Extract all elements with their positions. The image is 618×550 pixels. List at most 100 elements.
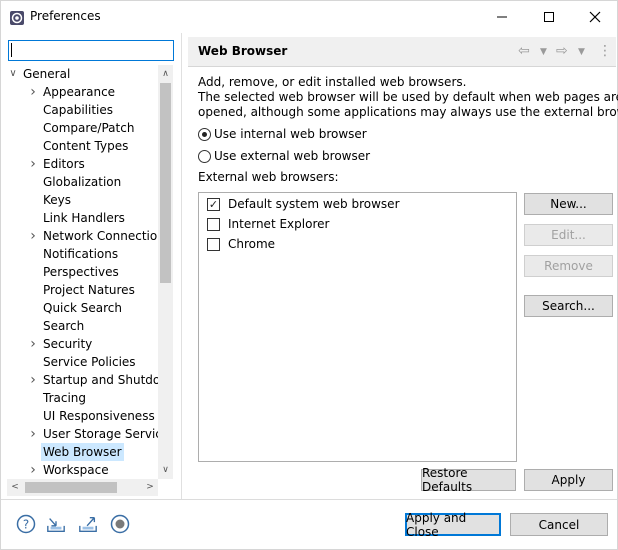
view-menu-icon[interactable]: ⋮ xyxy=(598,43,612,59)
tree-item-label: Keys xyxy=(43,193,72,207)
scroll-down-icon[interactable]: ∨ xyxy=(158,462,173,478)
tree-item[interactable]: Globalization xyxy=(7,173,158,191)
tree-item[interactable]: Content Types xyxy=(7,137,158,155)
tree-vertical-scroll-thumb[interactable] xyxy=(160,83,171,283)
export-icon[interactable] xyxy=(78,514,98,534)
list-item[interactable]: ✓ Default system web browser xyxy=(207,196,400,212)
scroll-left-icon[interactable]: < xyxy=(7,479,23,496)
tree-item[interactable]: Web Browser xyxy=(7,443,158,461)
back-arrow-icon[interactable]: ⇦ xyxy=(518,43,530,59)
forward-arrow-icon[interactable]: ⇨ xyxy=(556,43,568,59)
tree-item[interactable]: Service Policies xyxy=(7,353,158,371)
list-item[interactable]: Internet Explorer xyxy=(207,216,329,232)
external-browsers-list[interactable]: ✓ Default system web browser Internet Ex… xyxy=(198,192,517,462)
tree-item[interactable]: Search xyxy=(7,317,158,335)
chevron-right-icon[interactable]: › xyxy=(27,335,39,353)
chevron-right-icon[interactable]: › xyxy=(27,371,39,389)
tree-item[interactable]: › Editors xyxy=(7,155,158,173)
checkbox-icon[interactable] xyxy=(207,237,220,251)
chevron-right-icon[interactable]: › xyxy=(27,155,39,173)
tree-item-label: UI Responsiveness Monitoring xyxy=(43,409,158,423)
tree-item[interactable]: Keys xyxy=(7,191,158,209)
new-browser-button[interactable]: New... xyxy=(524,193,613,215)
tree-item[interactable]: UI Responsiveness Monitoring xyxy=(7,407,158,425)
chevron-right-icon[interactable]: › xyxy=(27,227,39,245)
page-description-line-3: opened, although some applications may a… xyxy=(198,105,618,119)
tree-item[interactable]: Link Handlers xyxy=(7,209,158,227)
title-bar[interactable]: Preferences xyxy=(1,1,617,33)
remove-browser-button[interactable]: Remove xyxy=(524,255,613,277)
chevron-right-icon[interactable]: › xyxy=(27,461,39,479)
cancel-button[interactable]: Cancel xyxy=(510,513,608,536)
window-title: Preferences xyxy=(30,9,101,23)
radio-use-internal-browser[interactable]: Use internal web browser xyxy=(198,126,367,142)
tree-item[interactable]: › Workspace xyxy=(7,461,158,479)
tree-vertical-scrollbar[interactable]: ∧ ∨ xyxy=(158,65,173,479)
tree-item[interactable]: › Security xyxy=(7,335,158,353)
tree-item[interactable]: Perspectives xyxy=(7,263,158,281)
tree-item-label: Search xyxy=(43,319,85,333)
tree-item[interactable]: Capabilities xyxy=(7,101,158,119)
tree-item[interactable]: ∨ General xyxy=(7,65,158,83)
tree-item[interactable]: Compare/Patch xyxy=(7,119,158,137)
tree-item[interactable]: › User Storage Service xyxy=(7,425,158,443)
minimize-button[interactable] xyxy=(479,1,525,33)
tree-item[interactable]: Quick Search xyxy=(7,299,158,317)
tree-item-label: Service Policies xyxy=(43,355,136,369)
radio-internal-label: Use internal web browser xyxy=(214,127,367,141)
restore-defaults-button[interactable]: Restore Defaults xyxy=(421,466,516,494)
close-button[interactable] xyxy=(572,1,618,33)
checkbox-checked-icon[interactable]: ✓ xyxy=(207,197,220,211)
back-dropdown-icon[interactable]: ▼ xyxy=(540,47,547,57)
tree-item-label: Globalization xyxy=(43,175,122,189)
import-icon[interactable] xyxy=(46,514,66,534)
tree-item-label: Tracing xyxy=(43,391,87,405)
chevron-right-icon[interactable]: › xyxy=(27,425,39,443)
forward-dropdown-icon[interactable]: ▼ xyxy=(578,47,585,57)
preferences-window: Preferences ∨ General › Appearance Capabilit… xyxy=(0,0,618,550)
radio-external-indicator[interactable] xyxy=(198,149,211,163)
chevron-down-icon[interactable]: ∨ xyxy=(7,65,19,83)
apply-and-close-button[interactable]: Apply and Close xyxy=(405,511,501,539)
help-icon[interactable]: ? xyxy=(16,514,36,534)
tree-item-label: Link Handlers xyxy=(43,211,125,225)
tree-item-label: User Storage Service xyxy=(43,427,158,441)
tree-item[interactable]: Tracing xyxy=(7,389,158,407)
tree-item[interactable]: › Startup and Shutdown xyxy=(7,371,158,389)
checkbox-icon[interactable] xyxy=(207,217,220,231)
chevron-right-icon[interactable]: › xyxy=(27,83,39,101)
apply-button[interactable]: Apply xyxy=(524,469,613,491)
page-header: Web Browser ⇦ ▼ ⇨ ▼ ⋮ xyxy=(188,37,616,67)
tree-item-label: Appearance xyxy=(43,85,116,99)
panel-sash[interactable] xyxy=(181,33,182,499)
tree-item-label: Quick Search xyxy=(43,301,122,315)
text-caret xyxy=(11,43,12,57)
filter-input[interactable] xyxy=(8,40,174,61)
tree-item-label: Workspace xyxy=(43,463,109,477)
tree-horizontal-scroll-thumb[interactable] xyxy=(25,482,117,493)
tree-item-label: Startup and Shutdown xyxy=(43,373,158,387)
tree-item-label: Compare/Patch xyxy=(43,121,135,135)
record-icon[interactable] xyxy=(110,514,130,534)
tree-item-label: Perspectives xyxy=(43,265,119,279)
radio-use-external-browser[interactable]: Use external web browser xyxy=(198,148,370,164)
tree-item[interactable]: › Network Connections xyxy=(7,227,158,245)
tree-item-label: Project Natures xyxy=(43,283,135,297)
tree-item[interactable]: › Appearance xyxy=(7,83,158,101)
external-browsers-label: External web browsers: xyxy=(198,170,339,184)
search-browsers-button[interactable]: Search... xyxy=(524,295,613,317)
scroll-up-icon[interactable]: ∧ xyxy=(158,66,173,82)
list-item[interactable]: Chrome xyxy=(207,236,275,252)
page-description-line-1: Add, remove, or edit installed web brows… xyxy=(198,75,467,89)
scroll-right-icon[interactable]: > xyxy=(142,479,158,496)
preferences-tree[interactable]: ∨ General › Appearance Capabilities Compare/P… xyxy=(7,65,158,479)
edit-browser-button[interactable]: Edit... xyxy=(524,224,613,246)
maximize-button[interactable] xyxy=(526,1,572,33)
radio-external-label: Use external web browser xyxy=(214,149,371,163)
tree-horizontal-scrollbar[interactable]: < > xyxy=(7,479,158,496)
radio-internal-indicator[interactable] xyxy=(198,127,211,141)
tree-item[interactable]: Notifications xyxy=(7,245,158,263)
minimize-icon xyxy=(497,16,507,18)
tree-item[interactable]: Project Natures xyxy=(7,281,158,299)
eclipse-app-icon xyxy=(10,11,24,25)
